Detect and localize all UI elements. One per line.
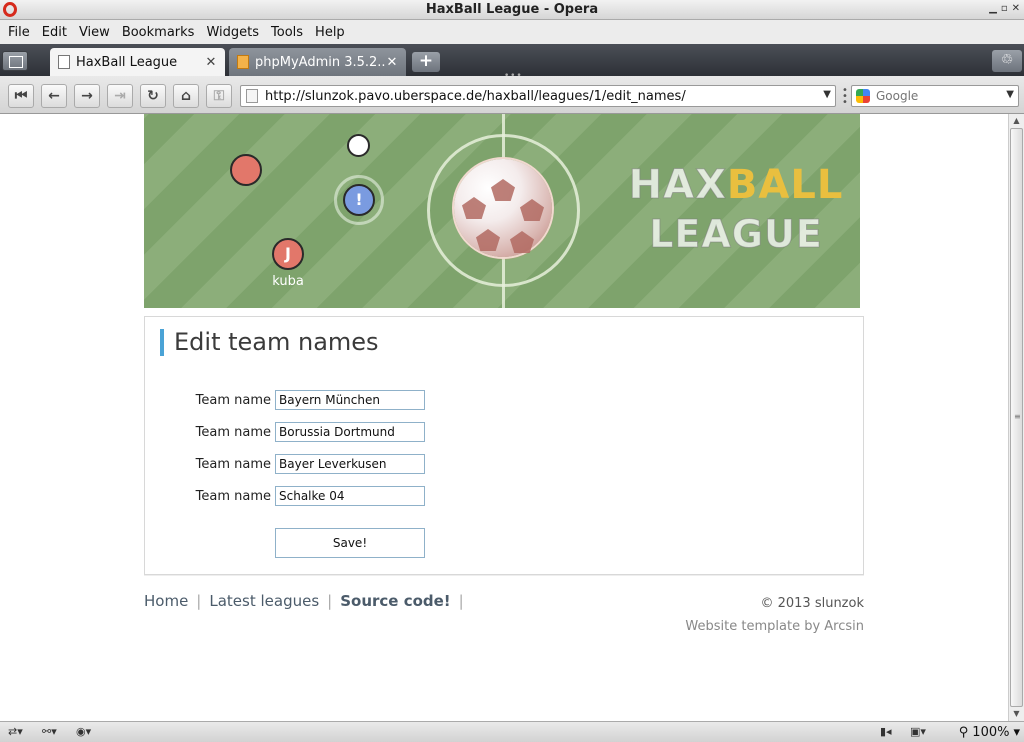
footer-link-source-code[interactable]: Source code! <box>340 592 450 610</box>
scroll-up-icon[interactable]: ▲ <box>1009 114 1024 128</box>
header-banner: ! J kuba HAXBALL LEAGUE <box>144 114 860 308</box>
panel-toggle-button[interactable] <box>2 51 28 71</box>
tab-haxball-league[interactable]: HaxBall League ✕ <box>50 48 225 76</box>
close-window-icon[interactable]: ✕ <box>1012 3 1020 14</box>
edit-names-panel: Edit team names Team name Team name Team… <box>144 316 864 575</box>
page-title: Edit team names <box>160 329 379 356</box>
reload-button[interactable]: ↻ <box>140 84 166 108</box>
logo-hax: HAX <box>628 162 727 209</box>
search-dropdown-icon[interactable]: ▼ <box>1006 89 1014 100</box>
maximize-icon[interactable]: ▫ <box>1001 3 1008 14</box>
search-input[interactable] <box>876 88 1000 104</box>
team-name-input-4[interactable] <box>275 486 425 506</box>
page-viewport: ! J kuba HAXBALL LEAGUE Edit team names … <box>0 114 1008 721</box>
red-player-kuba-disc: J <box>272 238 304 270</box>
footer-link-latest-leagues[interactable]: Latest leagues <box>209 592 319 610</box>
wand-button[interactable]: ⚿ <box>206 84 232 108</box>
ball-icon <box>454 159 552 257</box>
menu-tools[interactable]: Tools <box>265 25 309 40</box>
team-row: Team name <box>145 486 545 508</box>
vertical-scrollbar[interactable]: ▲ ≡ ▼ <box>1008 114 1024 721</box>
tab-label: phpMyAdmin 3.5.2... <box>255 54 386 70</box>
zoom-dropdown-icon[interactable]: ▾ <box>1013 725 1020 740</box>
zoom-level[interactable]: 100% <box>972 725 1009 740</box>
zoom-icon: ⚲ <box>958 725 969 740</box>
toolbar-grip-icon[interactable]: • • • <box>842 86 848 108</box>
scrollbar-thumb[interactable]: ≡ <box>1010 128 1023 707</box>
zoom-control[interactable]: ⚲ 100% ▾ <box>959 724 1020 741</box>
menu-help[interactable]: Help <box>309 25 351 40</box>
blue-player-disc: ! <box>334 175 384 225</box>
address-bar[interactable]: http://slunzok.pavo.uberspace.de/haxball… <box>240 85 836 107</box>
sync-icon[interactable]: ⇄▾ <box>8 725 23 738</box>
thumb-grip-icon: ≡ <box>1014 412 1021 421</box>
search-box[interactable]: ▼ <box>851 85 1019 107</box>
white-player-disc <box>347 134 370 157</box>
page-icon <box>246 89 258 103</box>
footer-credits: © 2013 slunzok Website template by Arcsi… <box>685 592 864 638</box>
footer-separator: | <box>327 592 333 610</box>
phpmyadmin-favicon-icon <box>237 55 249 69</box>
team-name-input-2[interactable] <box>275 422 425 442</box>
menu-bar: File Edit View Bookmarks Widgets Tools H… <box>0 20 1024 44</box>
player-avatar: J <box>285 244 291 263</box>
unite-icon[interactable]: ⚯▾ <box>42 725 57 738</box>
team-name-input-1[interactable] <box>275 390 425 410</box>
menu-file[interactable]: File <box>2 25 36 40</box>
fast-forward-button[interactable]: ⇥ <box>107 84 133 108</box>
window-title: HaxBall League - Opera <box>425 2 599 17</box>
menu-bookmarks[interactable]: Bookmarks <box>116 25 201 40</box>
home-button[interactable]: ⌂ <box>173 84 199 108</box>
images-icon[interactable]: ▣▾ <box>910 725 926 738</box>
red-player-disc <box>230 154 262 186</box>
footer-nav: Home | Latest leagues | Source code! | <box>144 592 472 610</box>
forward-button[interactable]: → <box>74 84 100 108</box>
rewind-button[interactable]: ⏮ <box>8 84 34 108</box>
template-credit: Website template by Arcsin <box>685 619 864 634</box>
tab-close-icon[interactable]: ✕ <box>386 55 398 70</box>
minimize-icon[interactable]: ▁ <box>989 3 997 14</box>
team-row: Team name <box>145 422 545 444</box>
logo-league: LEAGUE <box>649 212 823 257</box>
tab-phpmyadmin[interactable]: phpMyAdmin 3.5.2... ✕ <box>229 48 406 76</box>
team-name-label: Team name <box>195 489 271 504</box>
blue-player-avatar: ! <box>355 190 363 209</box>
closed-tabs-trash-icon[interactable]: ♲ <box>992 50 1022 72</box>
panels-icon[interactable]: ▮◂ <box>880 725 892 738</box>
tab-label: HaxBall League <box>76 54 178 70</box>
team-name-input-3[interactable] <box>275 454 425 474</box>
footer-separator: | <box>458 592 464 610</box>
address-dropdown-icon[interactable]: ▼ <box>823 89 831 100</box>
page-favicon-icon <box>58 55 70 69</box>
menu-view[interactable]: View <box>73 25 116 40</box>
save-button[interactable]: Save! <box>275 528 425 558</box>
window-titlebar: HaxBall League - Opera ▁ ▫ ✕ <box>0 0 1024 20</box>
window-controls: ▁ ▫ ✕ <box>989 3 1020 14</box>
team-name-label: Team name <box>195 393 271 408</box>
navigation-bar: ⏮ ← → ⇥ ↻ ⌂ ⚿ http://slunzok.pavo.ubersp… <box>0 76 1024 114</box>
menu-edit[interactable]: Edit <box>36 25 73 40</box>
footer-link-home[interactable]: Home <box>144 592 188 610</box>
team-row: Team name <box>145 454 545 476</box>
google-icon[interactable] <box>856 89 870 103</box>
scroll-down-icon[interactable]: ▼ <box>1009 707 1024 721</box>
address-url[interactable]: http://slunzok.pavo.uberspace.de/haxball… <box>265 89 686 104</box>
new-tab-button[interactable]: + <box>412 52 440 72</box>
copyright-text: © 2013 slunzok <box>760 596 864 611</box>
team-name-label: Team name <box>195 425 271 440</box>
status-bar: ⇄▾ ⚯▾ ◉▾ ▮◂ ▣▾ ⚲ 100% ▾ <box>0 721 1024 742</box>
turbo-icon[interactable]: ◉▾ <box>76 725 91 738</box>
haxball-league-logo: HAXBALL LEAGUE <box>618 162 854 257</box>
footer-separator: | <box>196 592 202 610</box>
logo-ball: BALL <box>726 162 844 208</box>
menu-widgets[interactable]: Widgets <box>200 25 265 40</box>
team-name-label: Team name <box>195 457 271 472</box>
team-row: Team name <box>145 390 545 412</box>
tab-close-icon[interactable]: ✕ <box>205 55 217 70</box>
player-name: kuba <box>272 274 304 289</box>
back-button[interactable]: ← <box>41 84 67 108</box>
